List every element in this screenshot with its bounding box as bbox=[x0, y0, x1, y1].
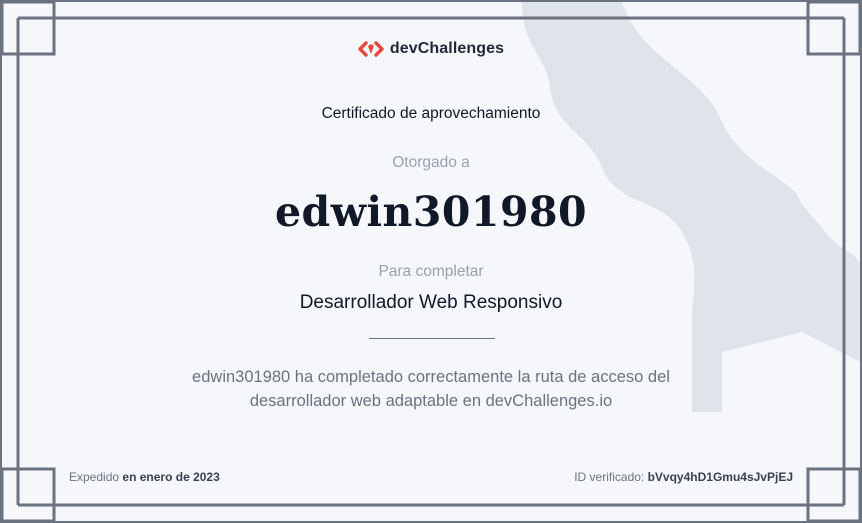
complete-label: Para completar bbox=[378, 263, 484, 280]
verified-id: ID verificado: bVvqy4hD1Gmu4sJvPjEJ bbox=[574, 470, 793, 484]
issued-date-value: en enero de 2023 bbox=[122, 470, 220, 484]
brand-name: devChallenges bbox=[389, 40, 505, 57]
course-name: Desarrollador Web Responsivo bbox=[299, 292, 563, 313]
divider bbox=[369, 338, 495, 339]
frame-border-icon bbox=[2, 2, 860, 521]
description-line: edwin301980 ha completado correctamente … bbox=[192, 368, 670, 386]
verified-prefix: ID verificado: bbox=[574, 470, 645, 484]
dev-challenges-logo-icon bbox=[358, 41, 384, 57]
issued-prefix: Expedido bbox=[69, 470, 120, 484]
certificate-title: Certificado de aprovechamiento bbox=[321, 105, 541, 122]
issued-date: Expedido en enero de 2023 bbox=[69, 470, 220, 484]
certificate-description: edwin301980 ha completado correctamente … bbox=[2, 365, 860, 413]
description-line: desarrollador web adaptable en devChalle… bbox=[249, 392, 613, 410]
certificate: devChallenges Certificado de aprovechami… bbox=[0, 0, 862, 523]
granted-label: Otorgado a bbox=[392, 154, 470, 171]
recipient-name: edwin301980 bbox=[274, 188, 588, 236]
verified-id-value: bVvqy4hD1Gmu4sJvPjEJ bbox=[647, 470, 793, 484]
brand-logo: devChallenges bbox=[2, 40, 860, 58]
